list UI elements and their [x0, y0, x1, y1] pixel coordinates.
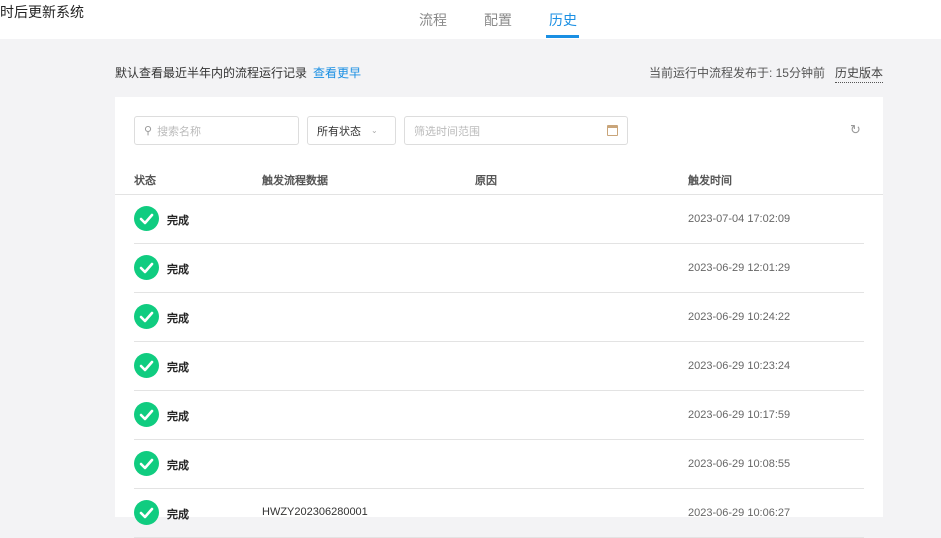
publish-info: 当前运行中流程发布于: 15分钟前 历史版本	[648, 64, 883, 83]
col-time: 触发时间	[688, 175, 732, 187]
check-circle-icon	[134, 206, 159, 231]
search-input[interactable]: ⚲ 搜索名称	[134, 116, 299, 145]
status-text: 完成	[167, 313, 189, 325]
tab-history[interactable]: 历史	[549, 10, 577, 30]
check-circle-icon	[134, 304, 159, 329]
status-select[interactable]: 所有状态 ⌄	[307, 116, 396, 145]
info-text: 默认查看最近半年内的流程运行记录	[115, 66, 308, 80]
calendar-icon	[607, 125, 618, 136]
search-icon: ⚲	[144, 125, 153, 137]
chevron-down-icon: ⌄	[371, 126, 378, 135]
table-row[interactable]: 完成 2023-06-29 10:24:22	[134, 293, 864, 342]
table-row[interactable]: 完成 2023-06-29 10:08:55	[134, 440, 864, 489]
check-circle-icon	[134, 255, 159, 280]
trigger-time: 2023-06-29 10:17:59	[688, 409, 791, 421]
tab-config[interactable]: 配置	[484, 10, 512, 30]
trigger-data: HWZY202306280001	[262, 506, 368, 518]
status-text: 完成	[167, 215, 189, 227]
status-text: 完成	[167, 264, 189, 276]
check-circle-icon	[134, 402, 159, 427]
col-status: 状态	[134, 175, 156, 187]
published-text: 当前运行中流程发布于: 15分钟前	[648, 66, 825, 80]
check-circle-icon	[134, 451, 159, 476]
trigger-time: 2023-06-29 10:24:22	[688, 311, 791, 323]
table-row[interactable]: 完成 2023-06-29 10:23:24	[134, 342, 864, 391]
col-reason: 原因	[475, 175, 497, 187]
time-range-input[interactable]: 筛选时间范围	[404, 116, 628, 145]
status-text: 完成	[167, 460, 189, 472]
col-data: 触发流程数据	[262, 175, 328, 187]
table-row[interactable]: 完成 HWZY202306280001 2023-06-29 10:06:27	[134, 489, 864, 538]
table-row[interactable]: 完成 2023-07-04 17:02:09	[134, 195, 864, 244]
search-placeholder: 搜索名称	[157, 125, 202, 138]
status-value: 所有状态	[317, 125, 361, 138]
trigger-time: 2023-07-04 17:02:09	[688, 213, 791, 225]
refresh-icon[interactable]: ↻	[850, 122, 861, 138]
status-text: 完成	[167, 411, 189, 423]
trigger-time: 2023-06-29 10:08:55	[688, 458, 791, 470]
status-text: 完成	[167, 509, 189, 521]
app-title: 时后更新系统	[0, 4, 84, 20]
check-circle-icon	[134, 353, 159, 378]
history-versions-link[interactable]: 历史版本	[834, 66, 883, 83]
trigger-time: 2023-06-29 10:06:27	[688, 507, 791, 519]
table-row[interactable]: 完成 2023-06-29 12:01:29	[134, 244, 864, 293]
history-card: ⚲ 搜索名称 所有状态 ⌄ 筛选时间范围 ↻ 状态 触发流程数据 原因 触发时间…	[115, 97, 883, 538]
time-placeholder: 筛选时间范围	[414, 125, 480, 138]
info-line: 默认查看最近半年内的流程运行记录 查看更早	[115, 64, 361, 81]
check-circle-icon	[134, 500, 159, 525]
top-bar: 时后更新系统 流程 配置 历史	[0, 0, 941, 39]
trigger-time: 2023-06-29 10:23:24	[688, 360, 791, 372]
table-row[interactable]: 完成 2023-06-29 10:17:59	[134, 391, 864, 440]
tab-flow[interactable]: 流程	[419, 10, 447, 30]
active-tab-indicator	[546, 35, 579, 38]
trigger-time: 2023-06-29 12:01:29	[688, 262, 791, 274]
status-text: 完成	[167, 362, 189, 374]
view-earlier-link[interactable]: 查看更早	[313, 66, 361, 80]
